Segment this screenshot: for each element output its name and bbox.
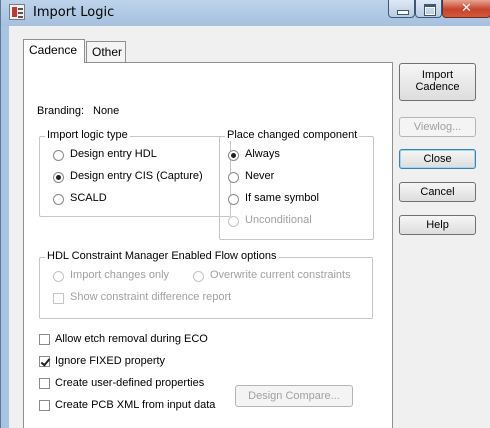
help-button[interactable]: Help (399, 215, 476, 235)
place-changed-component-group: Place changed component Always Never If … (219, 129, 374, 240)
close-icon: ✕ (461, 1, 472, 16)
maximize-button[interactable] (415, 0, 442, 18)
title-bar[interactable]: Import Logic ✕ (1, 0, 490, 26)
checkbox-allow-etch-removal-label[interactable]: Allow etch removal during ECO (55, 333, 208, 345)
dialog-client-area: Cadence Other Branding: None Import logi… (9, 26, 490, 428)
radio-unconditional-label: Unconditional (245, 214, 312, 226)
radio-never[interactable] (228, 172, 239, 183)
hdl-constraint-flow-group: HDL Constraint Manager Enabled Flow opti… (39, 250, 373, 319)
design-compare-label: Design Compare... (248, 390, 340, 402)
radio-design-entry-cis[interactable] (53, 172, 64, 183)
checkbox-show-diff-report-label: Show constraint difference report (70, 291, 232, 303)
window-title: Import Logic (33, 5, 115, 20)
radio-unconditional (228, 216, 239, 227)
cancel-label: Cancel (420, 186, 455, 198)
radio-import-changes-only (53, 271, 64, 282)
import-cadence-label-line2: Cadence (415, 81, 460, 93)
radio-always-label[interactable]: Always (245, 148, 280, 160)
import-logic-window: Import Logic ✕ Cadence Other Branding: N… (0, 0, 490, 428)
radio-if-same-symbol-label[interactable]: If same symbol (245, 192, 319, 204)
radio-overwrite-constraints (193, 271, 204, 282)
import-cadence-label-line1: Import (421, 69, 454, 81)
import-cadence-button[interactable]: Import Cadence (399, 63, 476, 101)
tab-other-label: Other (92, 45, 123, 59)
checkbox-create-pcb-xml[interactable] (39, 400, 50, 411)
checkbox-show-diff-report (53, 293, 64, 304)
import-logic-type-group: Import logic type Design entry HDL Desig… (39, 129, 231, 217)
radio-always[interactable] (228, 150, 239, 161)
checkbox-user-defined-properties-label[interactable]: Create user-defined properties (55, 377, 204, 389)
radio-design-entry-cis-label[interactable]: Design entry CIS (Capture) (70, 170, 203, 182)
branding-label: Branding: (37, 105, 85, 117)
radio-scald[interactable] (53, 194, 64, 205)
radio-never-label[interactable]: Never (245, 170, 274, 182)
radio-scald-label[interactable]: SCALD (70, 192, 107, 204)
help-label: Help (426, 219, 449, 231)
checkbox-create-pcb-xml-label[interactable]: Create PCB XML from input data (55, 399, 215, 411)
minimize-button[interactable] (388, 0, 415, 18)
close-button[interactable]: Close (399, 149, 476, 169)
checkbox-user-defined-properties[interactable] (39, 378, 50, 389)
checkbox-ignore-fixed[interactable] (39, 356, 50, 367)
viewlog-label: Viewlog... (413, 121, 462, 133)
place-changed-component-title: Place changed component (225, 129, 360, 141)
radio-design-entry-hdl[interactable] (53, 150, 64, 161)
branding-value: None (93, 105, 120, 117)
close-label: Close (423, 153, 452, 165)
viewlog-button: Viewlog... (399, 117, 476, 137)
cadence-tab-panel: Branding: None Import logic type Design … (23, 62, 393, 428)
close-window-button[interactable]: ✕ (442, 0, 490, 18)
hdl-constraint-flow-title: HDL Constraint Manager Enabled Flow opti… (45, 250, 279, 262)
checkbox-ignore-fixed-label[interactable]: Ignore FIXED property (55, 355, 165, 367)
app-icon (9, 4, 25, 20)
radio-overwrite-constraints-label: Overwrite current constraints (210, 269, 351, 281)
radio-if-same-symbol[interactable] (228, 194, 239, 205)
import-logic-type-title: Import logic type (45, 129, 130, 141)
design-compare-button: Design Compare... (235, 385, 353, 407)
tab-other[interactable]: Other (86, 41, 126, 62)
checkbox-allow-etch-removal[interactable] (39, 334, 50, 345)
tab-cadence[interactable]: Cadence (23, 39, 85, 63)
tab-cadence-label: Cadence (29, 43, 78, 57)
cancel-button[interactable]: Cancel (399, 182, 476, 202)
radio-import-changes-only-label: Import changes only (70, 269, 170, 281)
radio-design-entry-hdl-label[interactable]: Design entry HDL (70, 148, 157, 160)
